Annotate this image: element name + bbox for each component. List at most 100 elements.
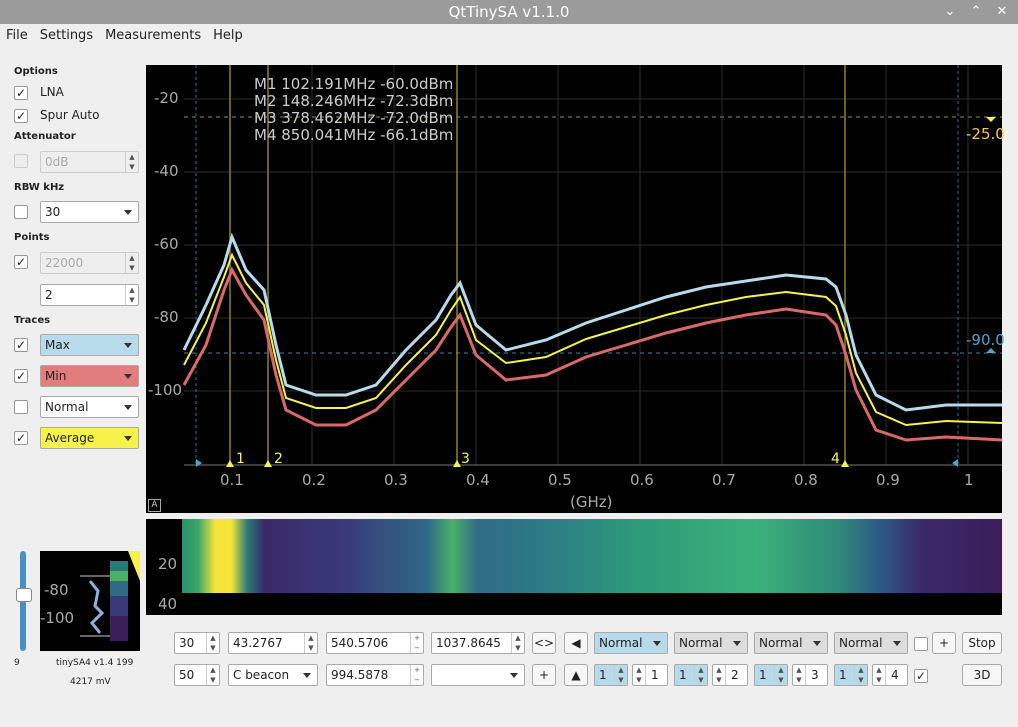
- marker1-trace-input[interactable]: 1 ▲ ▼: [594, 664, 628, 686]
- rbw-select[interactable]: 30: [40, 201, 139, 223]
- sweep-count-input[interactable]: 30 ▲ ▼: [174, 632, 220, 654]
- preset-select[interactable]: C beacon: [228, 664, 318, 686]
- chevron-down-icon: [303, 673, 311, 678]
- marker2-number[interactable]: ▲ ▼ 2: [712, 664, 748, 686]
- spin-icon[interactable]: ▲ ▼: [633, 665, 646, 685]
- spin-icon[interactable]: ▲ ▼: [873, 665, 886, 685]
- stop-button[interactable]: Stop: [962, 632, 1002, 654]
- menu-settings[interactable]: Settings: [40, 28, 93, 43]
- menu-measurements[interactable]: Measurements: [105, 28, 201, 43]
- marker1-mode-select[interactable]: Normal: [594, 632, 668, 654]
- auto-scale-button[interactable]: A: [148, 499, 161, 512]
- minimize-icon[interactable]: ⌄: [942, 4, 958, 20]
- menu-file[interactable]: File: [6, 28, 28, 43]
- points-heading: Points: [14, 232, 50, 243]
- points-checkbox[interactable]: ✓: [14, 255, 28, 269]
- level-slider-handle[interactable]: [16, 588, 32, 602]
- options-panel: Options ✓ LNA ✓ Spur Auto Attenuator 0dB…: [0, 46, 146, 566]
- marker-readout-3: M3 378.462MHz -72.0dBm: [254, 109, 454, 127]
- marker1-number[interactable]: ▲ ▼ 1: [632, 664, 668, 686]
- waterfall-image: [182, 519, 1002, 593]
- trace2-select[interactable]: Min: [40, 365, 139, 387]
- marker-enable-checkbox[interactable]: [914, 637, 928, 651]
- marker4-trace-input[interactable]: 1 ▲ ▼: [834, 664, 868, 686]
- span-input[interactable]: 50 ▲ ▼: [174, 664, 220, 686]
- points-avg-spin-icon[interactable]: ▲ ▼: [125, 285, 138, 305]
- rbw-value: 30: [45, 205, 61, 219]
- start-freq-input[interactable]: 43.2767 ▲ ▼: [228, 632, 318, 654]
- trace2-checkbox[interactable]: ✓: [14, 369, 28, 383]
- marker4-number-value: 4: [891, 668, 899, 682]
- marker2-mode-select[interactable]: Normal: [674, 632, 748, 654]
- spin-icon[interactable]: ▲ ▼: [614, 665, 627, 685]
- mini-histogram-svg: [80, 551, 140, 641]
- trace3-select[interactable]: Normal: [40, 396, 139, 418]
- attenuator-checkbox[interactable]: [14, 154, 28, 168]
- spin-icon[interactable]: ▲ ▼: [511, 633, 524, 653]
- rbw-checkbox[interactable]: [14, 205, 28, 219]
- spin-icon[interactable]: ▲ ▼: [713, 665, 726, 685]
- marker-left-button[interactable]: ◀: [564, 632, 588, 654]
- spin-icon[interactable]: ▲ ▼: [206, 665, 219, 685]
- x-tick: 0.4: [466, 471, 490, 489]
- marker4-mode-select[interactable]: Normal: [834, 632, 908, 654]
- trace2-label: Min: [45, 369, 67, 383]
- spin-icon[interactable]: ▲ ▼: [206, 633, 219, 653]
- trace3-checkbox[interactable]: [14, 400, 28, 414]
- add-button[interactable]: +: [532, 664, 556, 686]
- marker3-number[interactable]: ▲ ▼ 3: [792, 664, 828, 686]
- points-field[interactable]: 22000 ▲ ▼: [40, 252, 139, 274]
- points-avg-field[interactable]: 2 ▲ ▼: [40, 284, 139, 306]
- x-tick: 0.9: [876, 471, 900, 489]
- swap-button[interactable]: <>: [532, 632, 556, 654]
- center-freq-input[interactable]: 540.5706 + −: [326, 632, 424, 654]
- spin-icon[interactable]: ▲ ▼: [694, 665, 707, 685]
- marker3-mode-select[interactable]: Normal: [754, 632, 828, 654]
- attenuator-heading: Attenuator: [14, 131, 76, 142]
- spin-icon[interactable]: ▲ ▼: [304, 633, 317, 653]
- 3d-button[interactable]: 3D: [962, 664, 1002, 686]
- trace1-checkbox[interactable]: ✓: [14, 338, 28, 352]
- marker4-trace-value: 1: [839, 668, 847, 682]
- points-spin-icon[interactable]: ▲ ▼: [125, 253, 138, 273]
- close-icon[interactable]: ✕: [994, 4, 1010, 20]
- y-tick: -100: [148, 381, 183, 399]
- mini-histogram: -80 -100: [40, 551, 140, 651]
- marker-label-3: 3: [461, 451, 470, 467]
- marker3-trace-input[interactable]: 1 ▲ ▼: [754, 664, 788, 686]
- sweep-count-value: 30: [179, 636, 195, 650]
- spur-checkbox[interactable]: ✓: [14, 109, 28, 123]
- spin-icon[interactable]: ▲ ▼: [793, 665, 806, 685]
- attenuator-spin-icon[interactable]: ▲ ▼: [125, 152, 138, 172]
- marker-show-checkbox[interactable]: ✓: [914, 669, 928, 683]
- y-tick: -60: [154, 235, 179, 253]
- empty-select[interactable]: [431, 664, 525, 686]
- marker-label-4: 4: [831, 451, 840, 467]
- preset-freq-input[interactable]: 994.5878 + −: [326, 664, 424, 686]
- add-marker-button[interactable]: +: [932, 632, 956, 654]
- marker4-number[interactable]: ▲ ▼ 4: [872, 664, 908, 686]
- trace4-checkbox[interactable]: ✓: [14, 431, 28, 445]
- spin-icon[interactable]: + −: [410, 633, 423, 653]
- trace1-label: Max: [45, 338, 70, 352]
- marker3-trace-value: 1: [759, 668, 767, 682]
- chevron-down-icon: [733, 641, 741, 646]
- marker2-trace-input[interactable]: 1 ▲ ▼: [674, 664, 708, 686]
- waterfall-display[interactable]: 20 40: [146, 519, 1002, 615]
- marker-up-button[interactable]: ▲: [564, 664, 588, 686]
- maximize-icon[interactable]: ⌃: [968, 4, 984, 20]
- y-tick: -20: [154, 89, 179, 107]
- spectrum-plot[interactable]: -20 -40 -60 -80 -100 0.1 0.2 0.3 0.4 0.5…: [146, 65, 1005, 513]
- lna-label: LNA: [40, 85, 64, 99]
- chevron-down-icon: [124, 374, 132, 379]
- spin-icon[interactable]: ▲ ▼: [774, 665, 787, 685]
- span-value: 50: [179, 668, 195, 682]
- lna-checkbox[interactable]: ✓: [14, 86, 28, 100]
- trace4-select[interactable]: Average: [40, 427, 139, 449]
- stop-freq-input[interactable]: 1037.8645 ▲ ▼: [431, 632, 525, 654]
- attenuator-field[interactable]: 0dB ▲ ▼: [40, 151, 139, 173]
- spin-icon[interactable]: + −: [410, 665, 423, 685]
- spin-icon[interactable]: ▲ ▼: [854, 665, 867, 685]
- trace1-select[interactable]: Max: [40, 334, 139, 356]
- menu-help[interactable]: Help: [213, 28, 243, 43]
